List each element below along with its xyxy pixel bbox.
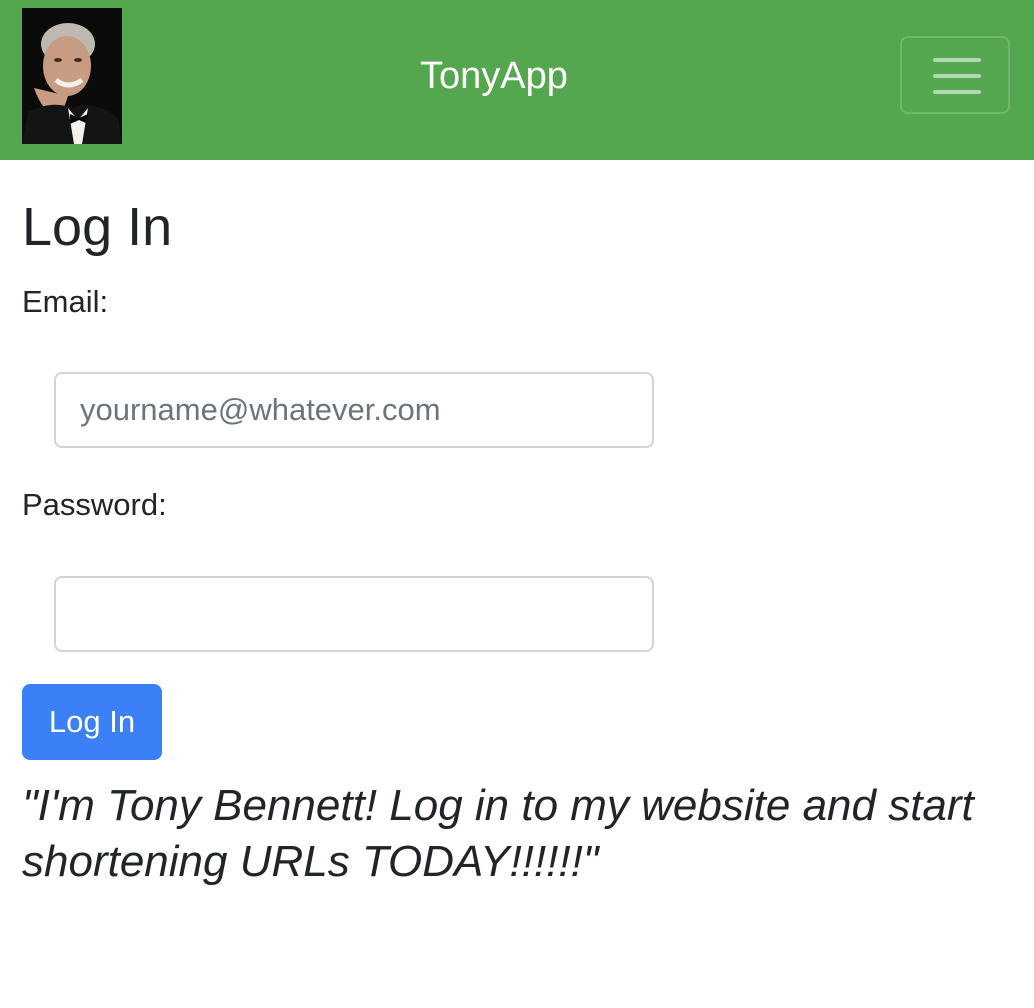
brand-title[interactable]: TonyApp xyxy=(420,52,568,100)
password-label: Password: xyxy=(22,487,167,522)
hamburger-menu-icon xyxy=(933,58,981,62)
tagline-quote: "I'm Tony Bennett! Log in to my website … xyxy=(22,781,974,886)
hamburger-menu-icon-bar xyxy=(933,74,981,78)
email-label: Email: xyxy=(22,284,109,319)
hamburger-menu-icon-bar xyxy=(933,90,981,94)
navbar-menu-button[interactable] xyxy=(900,36,1010,114)
tony-bennett-photo-icon xyxy=(22,8,122,144)
email-field[interactable] xyxy=(54,372,654,448)
login-button[interactable]: Log In xyxy=(22,684,162,760)
brand-photo[interactable] xyxy=(22,8,122,144)
password-field[interactable] xyxy=(54,576,654,652)
page-title: Log In xyxy=(22,197,173,257)
top-navbar: TonyApp xyxy=(0,0,1034,160)
